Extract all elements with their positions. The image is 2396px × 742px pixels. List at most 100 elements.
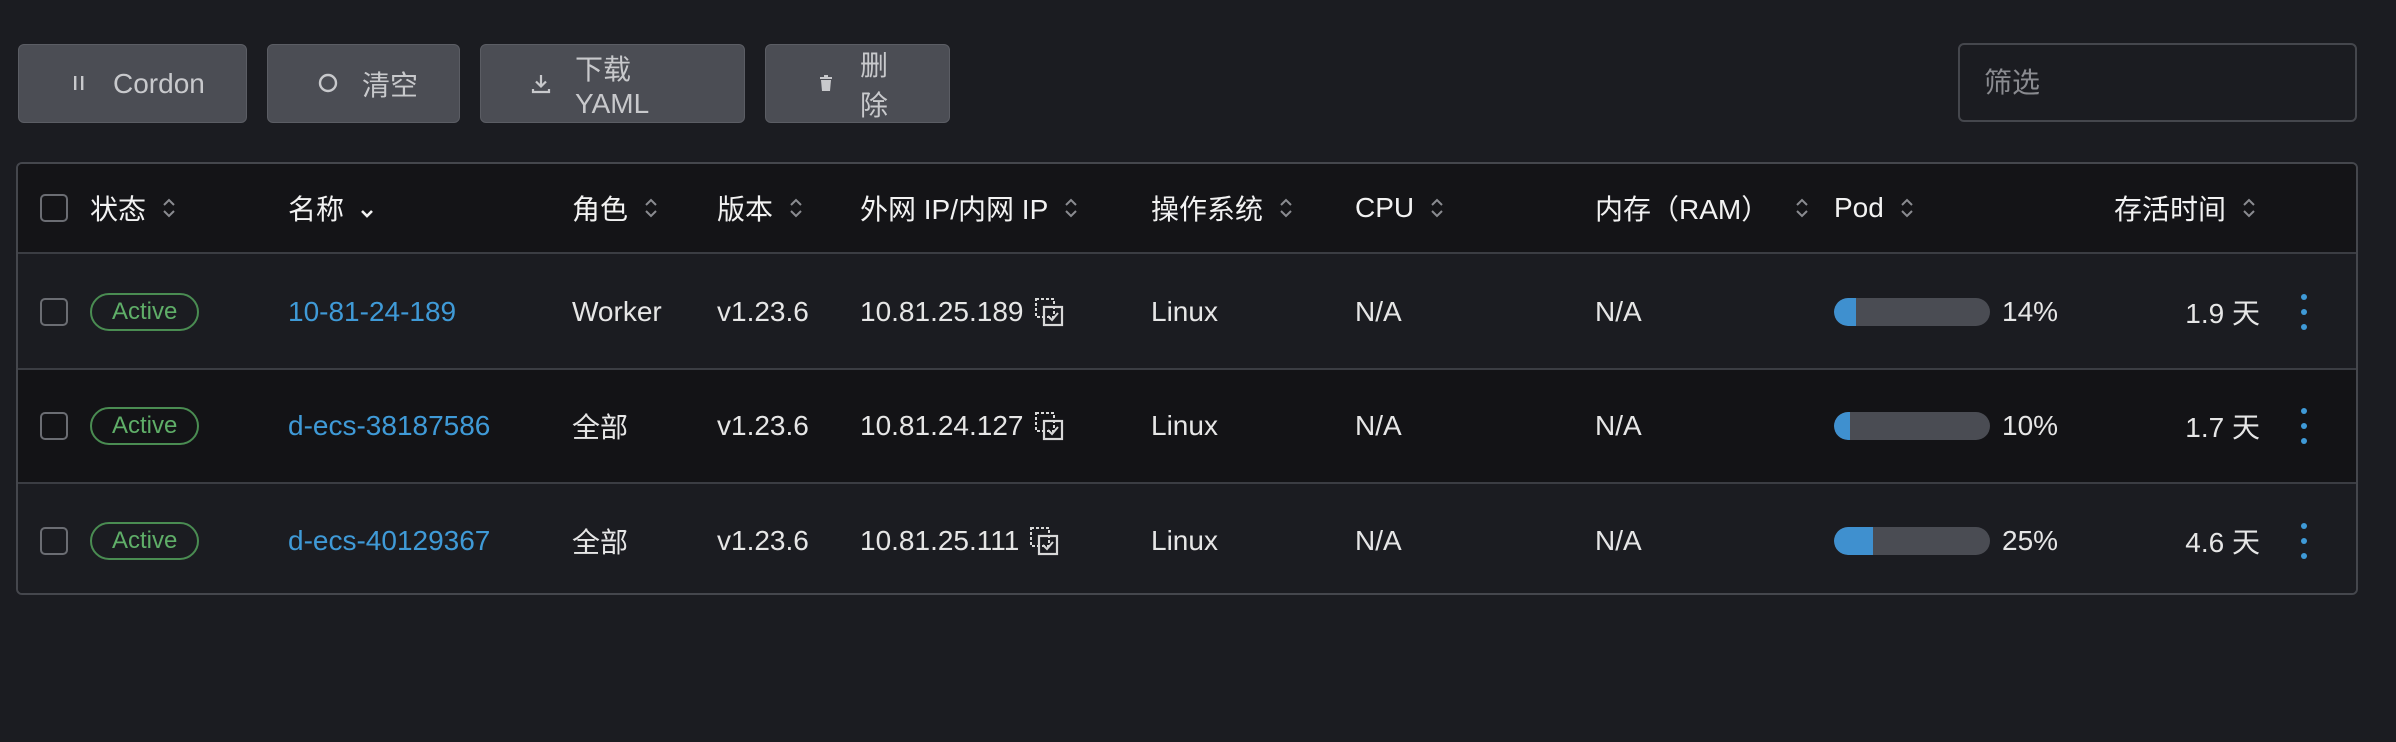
- pod-usage-bar: [1834, 298, 1990, 326]
- name-cell: 10-81-24-189: [288, 256, 456, 368]
- version-cell: v1.23.6: [717, 525, 809, 556]
- circle-icon: [316, 72, 340, 96]
- table-row: Active d-ecs-38187586 全部 v1.23.6 10.81.2…: [18, 370, 2356, 484]
- delete-button[interactable]: 删除: [765, 44, 950, 123]
- pause-icon: [67, 72, 91, 96]
- pod-usage-fill: [1834, 527, 1873, 555]
- state-cell: Active: [90, 256, 200, 368]
- download-yaml-button-label: 下载 YAML: [575, 53, 650, 119]
- column-header-label: Pod: [1834, 192, 1884, 223]
- status-badge: Active: [90, 407, 200, 445]
- row-checkbox-cell: [40, 256, 68, 368]
- column-header-label: 外网 IP/内网 IP: [860, 194, 1049, 225]
- cpu-cell: N/A: [1355, 296, 1402, 327]
- name-cell: d-ecs-38187586: [288, 370, 490, 482]
- name-cell: d-ecs-40129367: [288, 484, 490, 593]
- copy-icon[interactable]: [1034, 296, 1064, 328]
- cpu-cell: N/A: [1355, 525, 1402, 556]
- pod-usage-percent: 10%: [2002, 410, 2059, 441]
- kebab-menu-icon[interactable]: [2298, 294, 2310, 330]
- download-yaml-button[interactable]: 下载 YAML: [480, 44, 745, 123]
- column-header-label: 操作系统: [1151, 194, 1264, 225]
- pod-usage-bar: [1834, 412, 1990, 440]
- row-checkbox[interactable]: [40, 298, 68, 326]
- column-header-label: 内存（RAM）: [1595, 194, 1770, 225]
- ip-cell: 10.81.24.127: [860, 370, 1064, 482]
- table-row: Active d-ecs-40129367 全部 v1.23.6 10.81.2…: [18, 484, 2356, 593]
- role-cell: 全部: [572, 412, 629, 443]
- sort-icon: [2240, 194, 2258, 222]
- memory-cell: N/A: [1595, 525, 1642, 556]
- age-cell: 1.7 天: [2185, 412, 2260, 443]
- copy-icon[interactable]: [1029, 525, 1059, 557]
- sort-icon: [1428, 194, 1446, 222]
- pod-usage-bar: [1834, 527, 1990, 555]
- ip-cell: 10.81.25.111: [860, 484, 1059, 593]
- clear-button[interactable]: 清空: [267, 44, 460, 123]
- trash-icon: [814, 72, 838, 96]
- column-header-label: CPU: [1355, 192, 1415, 223]
- node-name-link[interactable]: d-ecs-40129367: [288, 525, 490, 557]
- os-cell: Linux: [1151, 296, 1218, 327]
- row-actions-cell: [2298, 484, 2310, 593]
- column-header-os[interactable]: 操作系统: [1151, 164, 1295, 252]
- pod-usage-percent: 14%: [2002, 296, 2059, 327]
- row-checkbox[interactable]: [40, 412, 68, 440]
- os-cell: Linux: [1151, 410, 1218, 441]
- column-header-pod[interactable]: Pod: [1834, 164, 1916, 252]
- sort-icon: [642, 194, 660, 222]
- row-actions-cell: [2298, 370, 2310, 482]
- version-cell: v1.23.6: [717, 410, 809, 441]
- cpu-cell: N/A: [1355, 410, 1402, 441]
- kebab-menu-icon[interactable]: [2298, 523, 2310, 559]
- ip-address: 10.81.25.111: [860, 525, 1020, 556]
- column-header-cpu[interactable]: CPU: [1355, 164, 1446, 252]
- column-header-memory[interactable]: 内存（RAM）: [1595, 164, 1811, 252]
- column-header-age[interactable]: 存活时间: [2114, 164, 2258, 252]
- table-header: 状态 名称 角色 版本 外网 IP/内网 IP 操作系统 CPU 内存（RAM）…: [18, 164, 2356, 254]
- column-header-label: 名称: [288, 194, 345, 225]
- sort-icon: [787, 194, 805, 222]
- kebab-menu-icon[interactable]: [2298, 408, 2310, 444]
- node-name-link[interactable]: d-ecs-38187586: [288, 410, 490, 442]
- role-cell: Worker: [572, 296, 662, 327]
- age-cell: 1.9 天: [2185, 298, 2260, 329]
- column-header-label: 版本: [717, 194, 774, 225]
- state-cell: Active: [90, 370, 200, 482]
- row-actions-cell: [2298, 256, 2310, 368]
- memory-cell: N/A: [1595, 296, 1642, 327]
- table-row: Active 10-81-24-189 Worker v1.23.6 10.81…: [18, 256, 2356, 370]
- os-cell: Linux: [1151, 525, 1218, 556]
- sort-icon: [1062, 194, 1080, 222]
- copy-icon[interactable]: [1034, 410, 1064, 442]
- row-checkbox-cell: [40, 370, 68, 482]
- cordon-button[interactable]: Cordon: [18, 44, 247, 123]
- column-header-state[interactable]: 状态: [90, 164, 178, 252]
- pod-cell: 25%: [1834, 484, 2059, 593]
- ip-address: 10.81.25.189: [860, 296, 1024, 327]
- role-cell: 全部: [572, 527, 629, 558]
- pod-usage-percent: 25%: [2002, 525, 2059, 556]
- column-header-ip[interactable]: 外网 IP/内网 IP: [860, 164, 1080, 252]
- status-badge: Active: [90, 522, 200, 560]
- toolbar: Cordon 清空 下载 YAML 删除: [18, 44, 950, 123]
- row-checkbox-cell: [40, 484, 68, 593]
- column-header-label: 角色: [572, 194, 629, 225]
- column-header-name[interactable]: 名称: [288, 164, 376, 252]
- pod-usage-fill: [1834, 298, 1856, 326]
- sort-icon: [1898, 194, 1916, 222]
- node-name-link[interactable]: 10-81-24-189: [288, 296, 456, 328]
- column-header-version[interactable]: 版本: [717, 164, 805, 252]
- select-all-checkbox[interactable]: [40, 194, 68, 222]
- row-checkbox[interactable]: [40, 527, 68, 555]
- delete-button-label: 删除: [860, 49, 889, 121]
- header-checkbox-cell: [40, 164, 68, 252]
- age-cell: 4.6 天: [2185, 527, 2260, 558]
- filter-input[interactable]: [1958, 43, 2357, 122]
- column-header-label: 存活时间: [2114, 194, 2227, 225]
- pod-usage-fill: [1834, 412, 1850, 440]
- sort-icon: [1277, 194, 1295, 222]
- download-icon: [529, 72, 553, 96]
- sort-icon: [1793, 194, 1811, 222]
- column-header-role[interactable]: 角色: [572, 164, 660, 252]
